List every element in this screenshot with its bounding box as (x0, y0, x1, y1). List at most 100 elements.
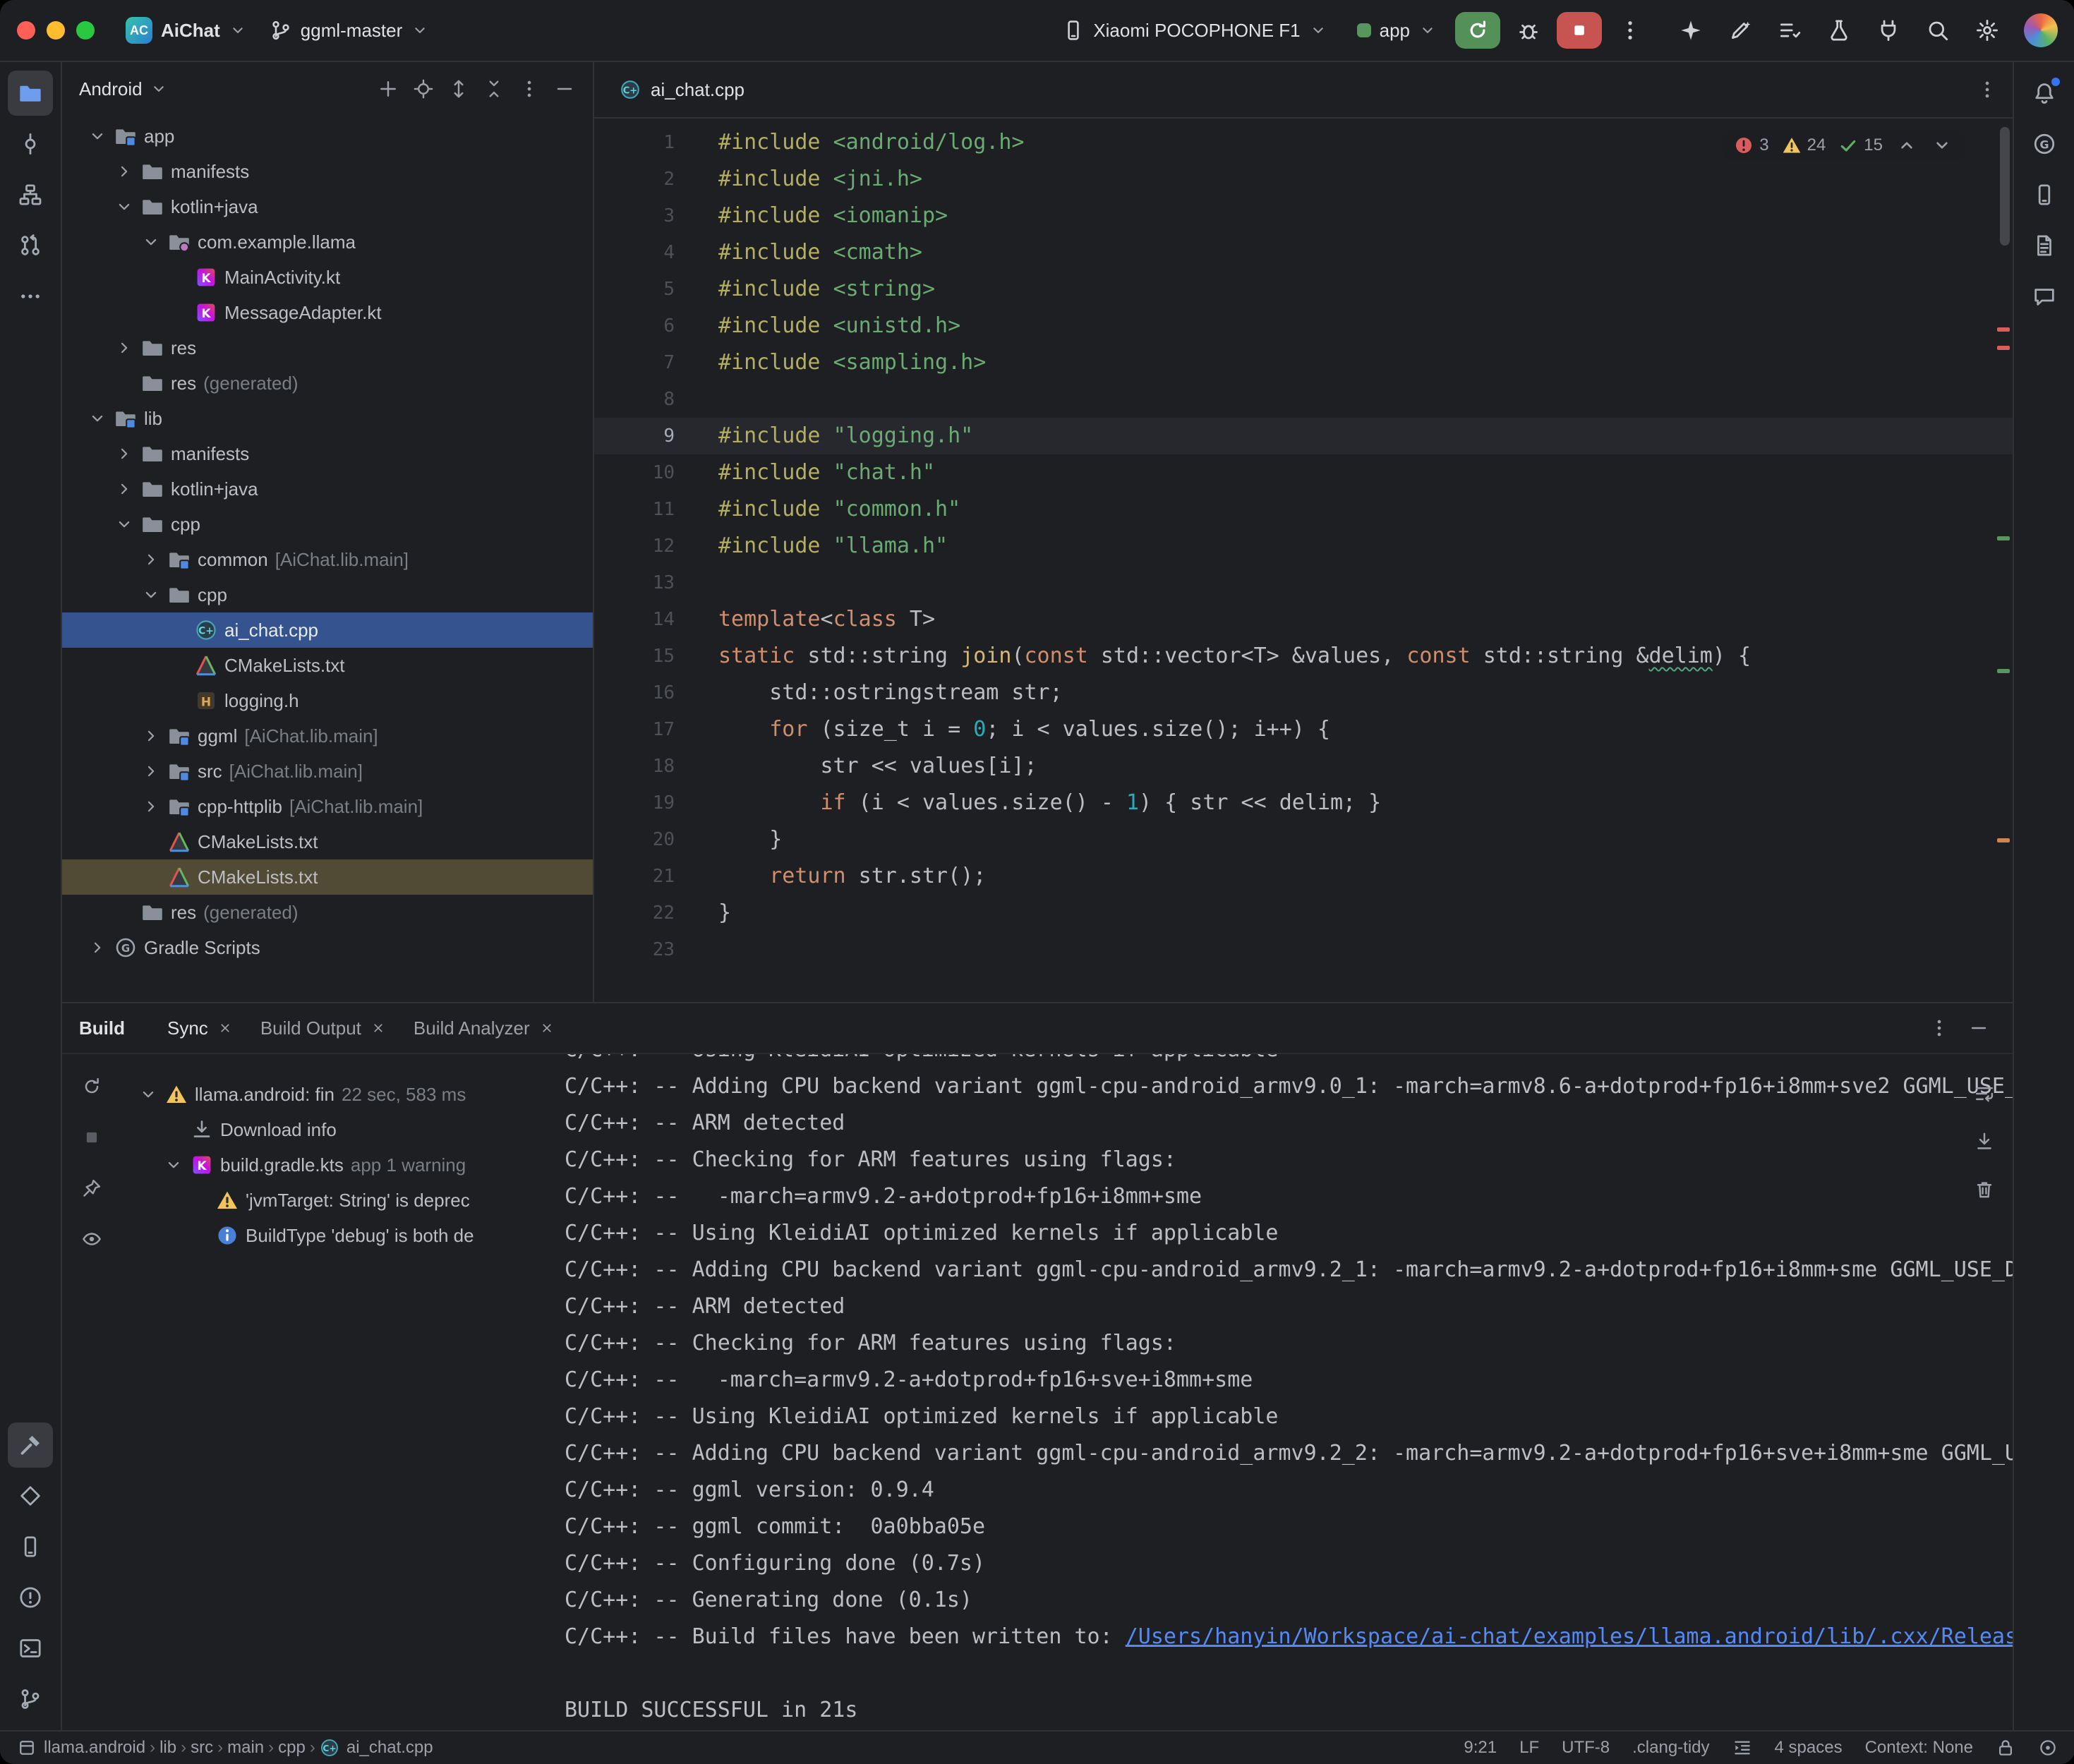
tree-item-cpp[interactable]: cpp (62, 507, 593, 542)
tree-item-mainactivity-kt[interactable]: KMainActivity.kt (62, 260, 593, 295)
expand-all-button[interactable] (442, 72, 476, 106)
line-number-6[interactable]: 6 (594, 308, 699, 344)
next-issue-icon[interactable] (1931, 134, 1953, 157)
kebab-button[interactable] (512, 72, 546, 106)
status-utf-8[interactable]: UTF-8 (1562, 1738, 1610, 1758)
gradle-tool-button[interactable]: G (2022, 121, 2067, 167)
tree-item-cmakelists-txt[interactable]: CMakeLists.txt (62, 824, 593, 859)
tree-item-res[interactable]: res (62, 330, 593, 366)
tree-item-ggml[interactable]: ggml[AiChat.lib.main] (62, 718, 593, 754)
editor-scrollbar[interactable] (2000, 127, 2010, 246)
code-line-10[interactable]: 10#include "chat.h" (594, 454, 2013, 491)
code-line-6[interactable]: 6#include <unistd.h> (594, 308, 2013, 344)
line-number-22[interactable]: 22 (594, 895, 699, 931)
code-line-18[interactable]: 18 str << values[i]; (594, 748, 2013, 785)
build-tab-sync[interactable]: Sync (153, 1010, 243, 1046)
chevron-collapsed-icon[interactable] (141, 550, 161, 569)
code-line-23[interactable]: 23 (594, 931, 2013, 968)
tree-item-build-gradle-kts[interactable]: Kbuild.gradle.ktsapp 1 warning (121, 1147, 545, 1183)
line-number-12[interactable]: 12 (594, 528, 699, 564)
add-button[interactable] (371, 72, 405, 106)
code-line-5[interactable]: 5#include <string> (594, 271, 2013, 308)
line-number-1[interactable]: 1 (594, 124, 699, 161)
line-number-4[interactable]: 4 (594, 234, 699, 271)
chevron-expanded-icon[interactable] (88, 409, 107, 428)
tree-item-ai-chat-cpp[interactable]: C+ai_chat.cpp (62, 612, 593, 648)
build-tab-build-output[interactable]: Build Output (246, 1010, 397, 1046)
app-quality-insights-tool-button[interactable] (2022, 274, 2067, 319)
line-number-23[interactable]: 23 (594, 931, 699, 968)
line-number-17[interactable]: 17 (594, 711, 699, 748)
project-selector[interactable]: AC AiChat (114, 13, 258, 48)
logcat-tool-button[interactable] (2022, 223, 2067, 268)
kebab-button[interactable] (1922, 1011, 1956, 1045)
tree-item-manifests[interactable]: manifests (62, 436, 593, 471)
line-number-14[interactable]: 14 (594, 601, 699, 638)
tree-item-llama-android-fin[interactable]: llama.android: fin22 sec, 583 ms (121, 1077, 545, 1112)
chevron-expanded-icon[interactable] (138, 1085, 158, 1104)
code-line-7[interactable]: 7#include <sampling.h> (594, 344, 2013, 381)
device-explorer-tool-button[interactable] (8, 1524, 53, 1569)
tree-item-messageadapter-kt[interactable]: KMessageAdapter.kt (62, 295, 593, 330)
breadcrumb-src[interactable]: src (191, 1738, 213, 1758)
hide-button[interactable] (1962, 1011, 1996, 1045)
tree-item-cpp[interactable]: cpp (62, 577, 593, 612)
code-line-11[interactable]: 11#include "common.h" (594, 491, 2013, 528)
code-line-15[interactable]: 15static std::string join(const std::vec… (594, 638, 2013, 675)
project-view-selector[interactable]: Android (73, 78, 174, 100)
tree-item-kotlin-java[interactable]: kotlin+java (62, 471, 593, 507)
tree-item-common[interactable]: common[AiChat.lib.main] (62, 542, 593, 577)
structure-tool-button[interactable] (8, 172, 53, 217)
tree-item-gradle-scripts[interactable]: GGradle Scripts (62, 930, 593, 965)
chevron-collapsed-icon[interactable] (141, 761, 161, 781)
tree-item-kotlin-java[interactable]: kotlin+java (62, 189, 593, 224)
warning-summary[interactable]: 24 (1782, 135, 1826, 155)
line-number-2[interactable]: 2 (594, 161, 699, 198)
error-stripe-mark[interactable] (1997, 346, 2010, 350)
tree-item-logging-h[interactable]: Hlogging.h (62, 683, 593, 718)
branch-selector[interactable]: ggml-master (258, 15, 440, 46)
collapse-all-button[interactable] (477, 72, 511, 106)
plugin-button[interactable] (1867, 11, 1910, 50)
notifications-tool-button[interactable] (2022, 71, 2067, 116)
build-tab-build-analyzer[interactable]: Build Analyzer (399, 1010, 565, 1046)
close-icon[interactable] (218, 1021, 232, 1035)
code-line-3[interactable]: 3#include <iomanip> (594, 198, 2013, 234)
code-line-4[interactable]: 4#include <cmath> (594, 234, 2013, 271)
chevron-expanded-icon[interactable] (114, 197, 134, 217)
error-stripe-mark[interactable] (1997, 838, 2010, 842)
chevron-collapsed-icon[interactable] (88, 938, 107, 957)
chevron-collapsed-icon[interactable] (141, 797, 161, 816)
minimize-window-button[interactable] (47, 21, 65, 40)
line-number-5[interactable]: 5 (594, 271, 699, 308)
chevron-collapsed-icon[interactable] (114, 479, 134, 499)
line-number-15[interactable]: 15 (594, 638, 699, 675)
chevron-expanded-icon[interactable] (88, 126, 107, 146)
ai-edit-button[interactable] (1719, 11, 1761, 50)
chevron-expanded-icon[interactable] (141, 585, 161, 605)
code-line-19[interactable]: 19 if (i < values.size() - 1) { str << d… (594, 785, 2013, 821)
build-tool-button[interactable] (8, 1422, 53, 1468)
line-number-16[interactable]: 16 (594, 675, 699, 711)
error-stripe-mark[interactable] (1997, 669, 2010, 673)
terminal-tool-button[interactable] (8, 1626, 53, 1671)
project-tool-button[interactable] (8, 71, 53, 116)
graysq-button[interactable] (73, 1119, 110, 1156)
breadcrumb-main[interactable]: main (227, 1738, 264, 1758)
code-editor[interactable]: 1#include <android/log.h>2#include <jni.… (594, 119, 2013, 1002)
locate-button[interactable] (406, 72, 440, 106)
status-status-dot[interactable] (2038, 1738, 2058, 1758)
refresh-button[interactable] (73, 1068, 110, 1105)
status-lf[interactable]: LF (1519, 1738, 1539, 1758)
inspections-widget[interactable]: 3 24 15 (1723, 130, 1965, 161)
tree-item-cmakelists-txt[interactable]: CMakeLists.txt (62, 859, 593, 895)
tree-item-lib[interactable]: lib (62, 401, 593, 436)
tree-item-jvmtarget-string-is-deprec[interactable]: 'jvmTarget: String' is deprec (121, 1183, 545, 1218)
breadcrumb-llama-android[interactable]: llama.android (17, 1738, 145, 1758)
status-clang-tidy[interactable]: .clang-tidy (1632, 1738, 1709, 1758)
line-number-18[interactable]: 18 (594, 748, 699, 785)
device-selector[interactable]: Xiaomi POCOPHONE F1 (1051, 15, 1338, 46)
build-output-link[interactable]: /Users/hanyin/Workspace/ai-chat/examples… (1126, 1624, 2013, 1649)
code-line-20[interactable]: 20 } (594, 821, 2013, 858)
commit-tool-button[interactable] (8, 121, 53, 167)
